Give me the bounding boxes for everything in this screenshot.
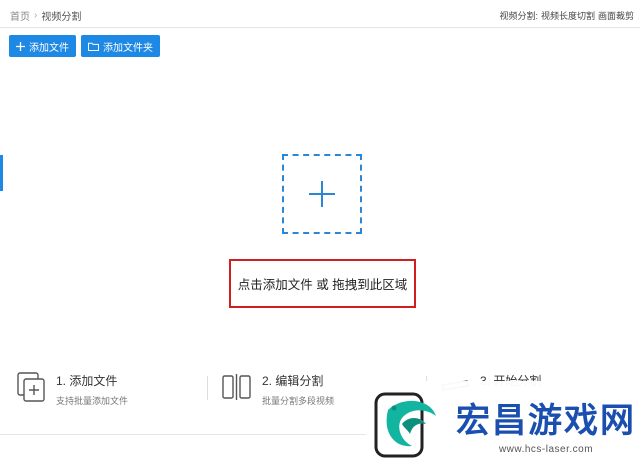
bottom-divider [0, 434, 370, 435]
breadcrumb: 首页 › 视频分割 [10, 8, 81, 23]
split-mode-label: 视频分割: [499, 11, 538, 21]
split-edit-icon [220, 370, 254, 404]
divider [207, 376, 208, 400]
site-watermark: 宏昌游戏网 www.hcs-laser.com [366, 381, 640, 467]
step-add-file: 1. 添加文件 支持批量添加文件 [14, 370, 128, 407]
toolbar: 添加文件 添加文件夹 [9, 35, 160, 57]
breadcrumb-current: 视频分割 [41, 12, 82, 23]
add-folder-label: 添加文件夹 [103, 42, 153, 54]
plus-icon [16, 41, 25, 51]
plus-icon [309, 181, 335, 207]
split-mode-crop[interactable]: 画面裁剪 [598, 9, 634, 22]
step-edit-split: 2. 编辑分割 批量分割多段视频 [220, 370, 334, 407]
add-file-label: 添加文件 [29, 42, 69, 54]
step-title: 2. 编辑分割 [262, 374, 324, 388]
dragon-logo-icon [372, 386, 444, 462]
add-files-icon [14, 370, 48, 404]
chevron-right-icon: › [34, 10, 38, 21]
step-desc: 支持批量添加文件 [56, 396, 129, 406]
step-title: 1. 添加文件 [56, 374, 118, 388]
step-desc: 批量分割多段视频 [262, 396, 335, 406]
drop-hint-highlight: 点击添加文件 或 拖拽到此区域 [229, 259, 416, 308]
watermark-title: 宏昌游戏网 [456, 401, 636, 441]
side-indicator [0, 155, 3, 191]
folder-icon [88, 42, 99, 51]
drop-hint-text: 点击添加文件 或 拖拽到此区域 [237, 278, 408, 292]
watermark-url: www.hcs-laser.com [498, 444, 594, 455]
breadcrumb-home[interactable]: 首页 [10, 8, 30, 23]
add-folder-button[interactable]: 添加文件夹 [81, 35, 160, 57]
split-mode-bar: 视频分割: 视频长度切割 画面裁剪 [499, 9, 634, 22]
add-file-button[interactable]: 添加文件 [9, 35, 76, 57]
file-drop-zone[interactable] [282, 154, 362, 234]
top-bar: 首页 › 视频分割 视频分割: 视频长度切割 画面裁剪 [0, 0, 640, 28]
split-mode-length[interactable]: 视频长度切割 [541, 9, 595, 22]
